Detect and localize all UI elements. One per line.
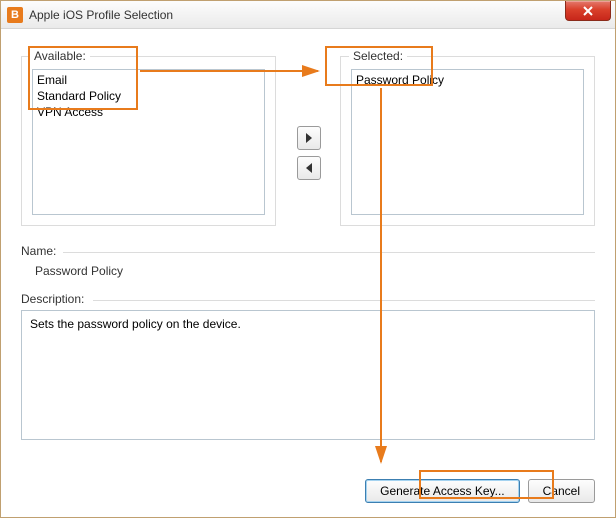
generate-label: Generate Access Key...	[380, 484, 505, 498]
client-area: Available: EmailStandard PolicyVPN Acces…	[21, 46, 595, 503]
available-group: Available: EmailStandard PolicyVPN Acces…	[21, 56, 276, 226]
description-box[interactable]: Sets the password policy on the device.	[21, 310, 595, 440]
close-icon	[582, 6, 594, 16]
move-left-button[interactable]	[297, 156, 321, 180]
selected-group: Selected: Password Policy	[340, 56, 595, 226]
list-item[interactable]: Email	[37, 72, 260, 88]
list-item[interactable]: VPN Access	[37, 104, 260, 120]
titlebar: B Apple iOS Profile Selection	[1, 1, 615, 29]
name-value: Password Policy	[35, 264, 123, 278]
footer: Generate Access Key... Cancel	[365, 479, 595, 503]
window-title: Apple iOS Profile Selection	[29, 8, 173, 22]
available-listbox[interactable]: EmailStandard PolicyVPN Access	[32, 69, 265, 215]
generate-access-key-button[interactable]: Generate Access Key...	[365, 479, 520, 503]
list-item[interactable]: Password Policy	[356, 72, 579, 88]
close-button[interactable]	[565, 1, 611, 21]
dialog-window: B Apple iOS Profile Selection Available:…	[0, 0, 616, 518]
selected-listbox[interactable]: Password Policy	[351, 69, 584, 215]
selected-label: Selected:	[349, 49, 407, 63]
cancel-label: Cancel	[543, 484, 580, 498]
name-label: Name:	[21, 244, 56, 258]
description-label: Description:	[21, 292, 84, 306]
available-label: Available:	[30, 49, 90, 63]
description-text: Sets the password policy on the device.	[30, 317, 241, 331]
app-icon: B	[7, 7, 23, 23]
cancel-button[interactable]: Cancel	[528, 479, 595, 503]
description-separator	[93, 300, 595, 301]
name-separator	[63, 252, 595, 253]
list-item[interactable]: Standard Policy	[37, 88, 260, 104]
triangle-right-icon	[305, 133, 313, 143]
triangle-left-icon	[305, 163, 313, 173]
move-right-button[interactable]	[297, 126, 321, 150]
